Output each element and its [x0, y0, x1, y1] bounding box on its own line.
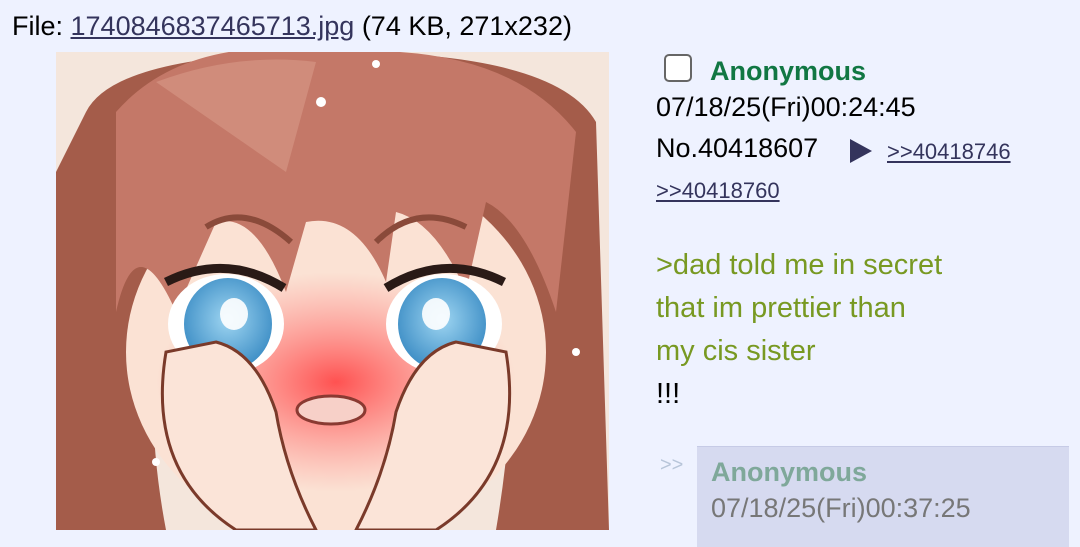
greentext-line: >dad told me in secret: [656, 249, 943, 281]
post-thumbnail[interactable]: [56, 52, 609, 530]
file-info: File: 1740846837465713.jpg (74 KB, 271x2…: [12, 8, 572, 44]
reply-poster-name: Anonymous: [711, 457, 868, 487]
greentext-line: that im prettier than: [656, 292, 906, 324]
backlink[interactable]: >>40418760: [656, 178, 780, 204]
post-select-checkbox[interactable]: [664, 54, 692, 82]
post-menu-arrow-icon[interactable]: [850, 139, 872, 163]
thumbnail-illustration: [56, 52, 609, 530]
post-datetime: 07/18/25(Fri)00:24:45: [656, 92, 916, 122]
greentext-line: my cis sister: [656, 335, 816, 367]
reply-indicator: >>: [660, 454, 684, 476]
post-number[interactable]: No.40418607: [656, 133, 818, 164]
poster-name: Anonymous: [710, 56, 867, 86]
file-link[interactable]: 1740846837465713.jpg: [71, 11, 355, 41]
backlink[interactable]: >>40418746: [887, 139, 1011, 165]
post-message: >dad told me in secret that im prettier …: [656, 244, 942, 416]
file-meta: (74 KB, 271x232): [354, 11, 572, 41]
reply-datetime: 07/18/25(Fri)00:37:25: [711, 493, 971, 523]
file-label: File:: [12, 11, 71, 41]
message-text: !!!: [656, 378, 681, 410]
